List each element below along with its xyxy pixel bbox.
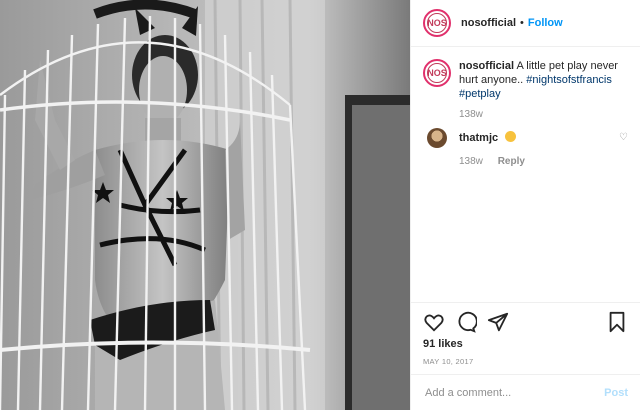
commenter-username[interactable]: thatmjc	[459, 132, 498, 144]
caption-avatar[interactable]: NOS	[423, 59, 451, 87]
add-comment-bar: Post	[411, 374, 640, 411]
instagram-post: NOS nosofficial • Follow NOS nosofficial…	[0, 0, 640, 410]
comments-area: NOS nosofficial A little pet play never …	[411, 47, 640, 167]
caption-age: 138w	[459, 109, 483, 120]
caption-text-block: nosofficial A little pet play never hurt…	[459, 59, 628, 101]
profile-avatar[interactable]: NOS	[423, 9, 451, 37]
caption-username[interactable]: nosofficial	[459, 60, 514, 72]
hashtag-link[interactable]: #petplay	[459, 88, 501, 100]
avatar-logo: NOS	[427, 63, 447, 83]
post-username[interactable]: nosofficial	[461, 17, 516, 29]
post-photo[interactable]	[0, 0, 410, 410]
heart-icon[interactable]	[423, 311, 445, 333]
avatar-logo: NOS	[427, 13, 447, 33]
post-sidebar: NOS nosofficial • Follow NOS nosofficial…	[410, 0, 640, 410]
comment-age: 138w	[459, 156, 483, 167]
share-icon[interactable]	[487, 311, 509, 333]
post-comment-button[interactable]: Post	[604, 387, 628, 399]
photo-birdcage	[0, 0, 410, 410]
action-bar	[411, 302, 640, 341]
likes-count[interactable]: 91 likes	[423, 338, 463, 350]
comment-icon[interactable]	[455, 311, 477, 333]
follow-button[interactable]: Follow	[528, 17, 563, 29]
separator-dot: •	[520, 17, 524, 29]
heart-eyes-emoji	[505, 131, 517, 142]
commenter-avatar[interactable]	[427, 128, 447, 148]
comment-meta: 138w Reply	[459, 156, 628, 167]
comment-item: thatmjc ♡	[423, 128, 628, 148]
small-heart-icon[interactable]: ♡	[619, 132, 628, 143]
hashtag-link[interactable]: #nightsofstfrancis	[526, 74, 612, 86]
post-header: NOS nosofficial • Follow	[411, 0, 640, 47]
bookmark-icon[interactable]	[606, 311, 628, 333]
reply-button[interactable]: Reply	[498, 156, 525, 167]
post-date: MAY 10, 2017	[423, 357, 474, 366]
caption: NOS nosofficial A little pet play never …	[423, 59, 628, 101]
comment-text: thatmjc	[459, 128, 517, 148]
comment-input[interactable]	[423, 386, 605, 400]
